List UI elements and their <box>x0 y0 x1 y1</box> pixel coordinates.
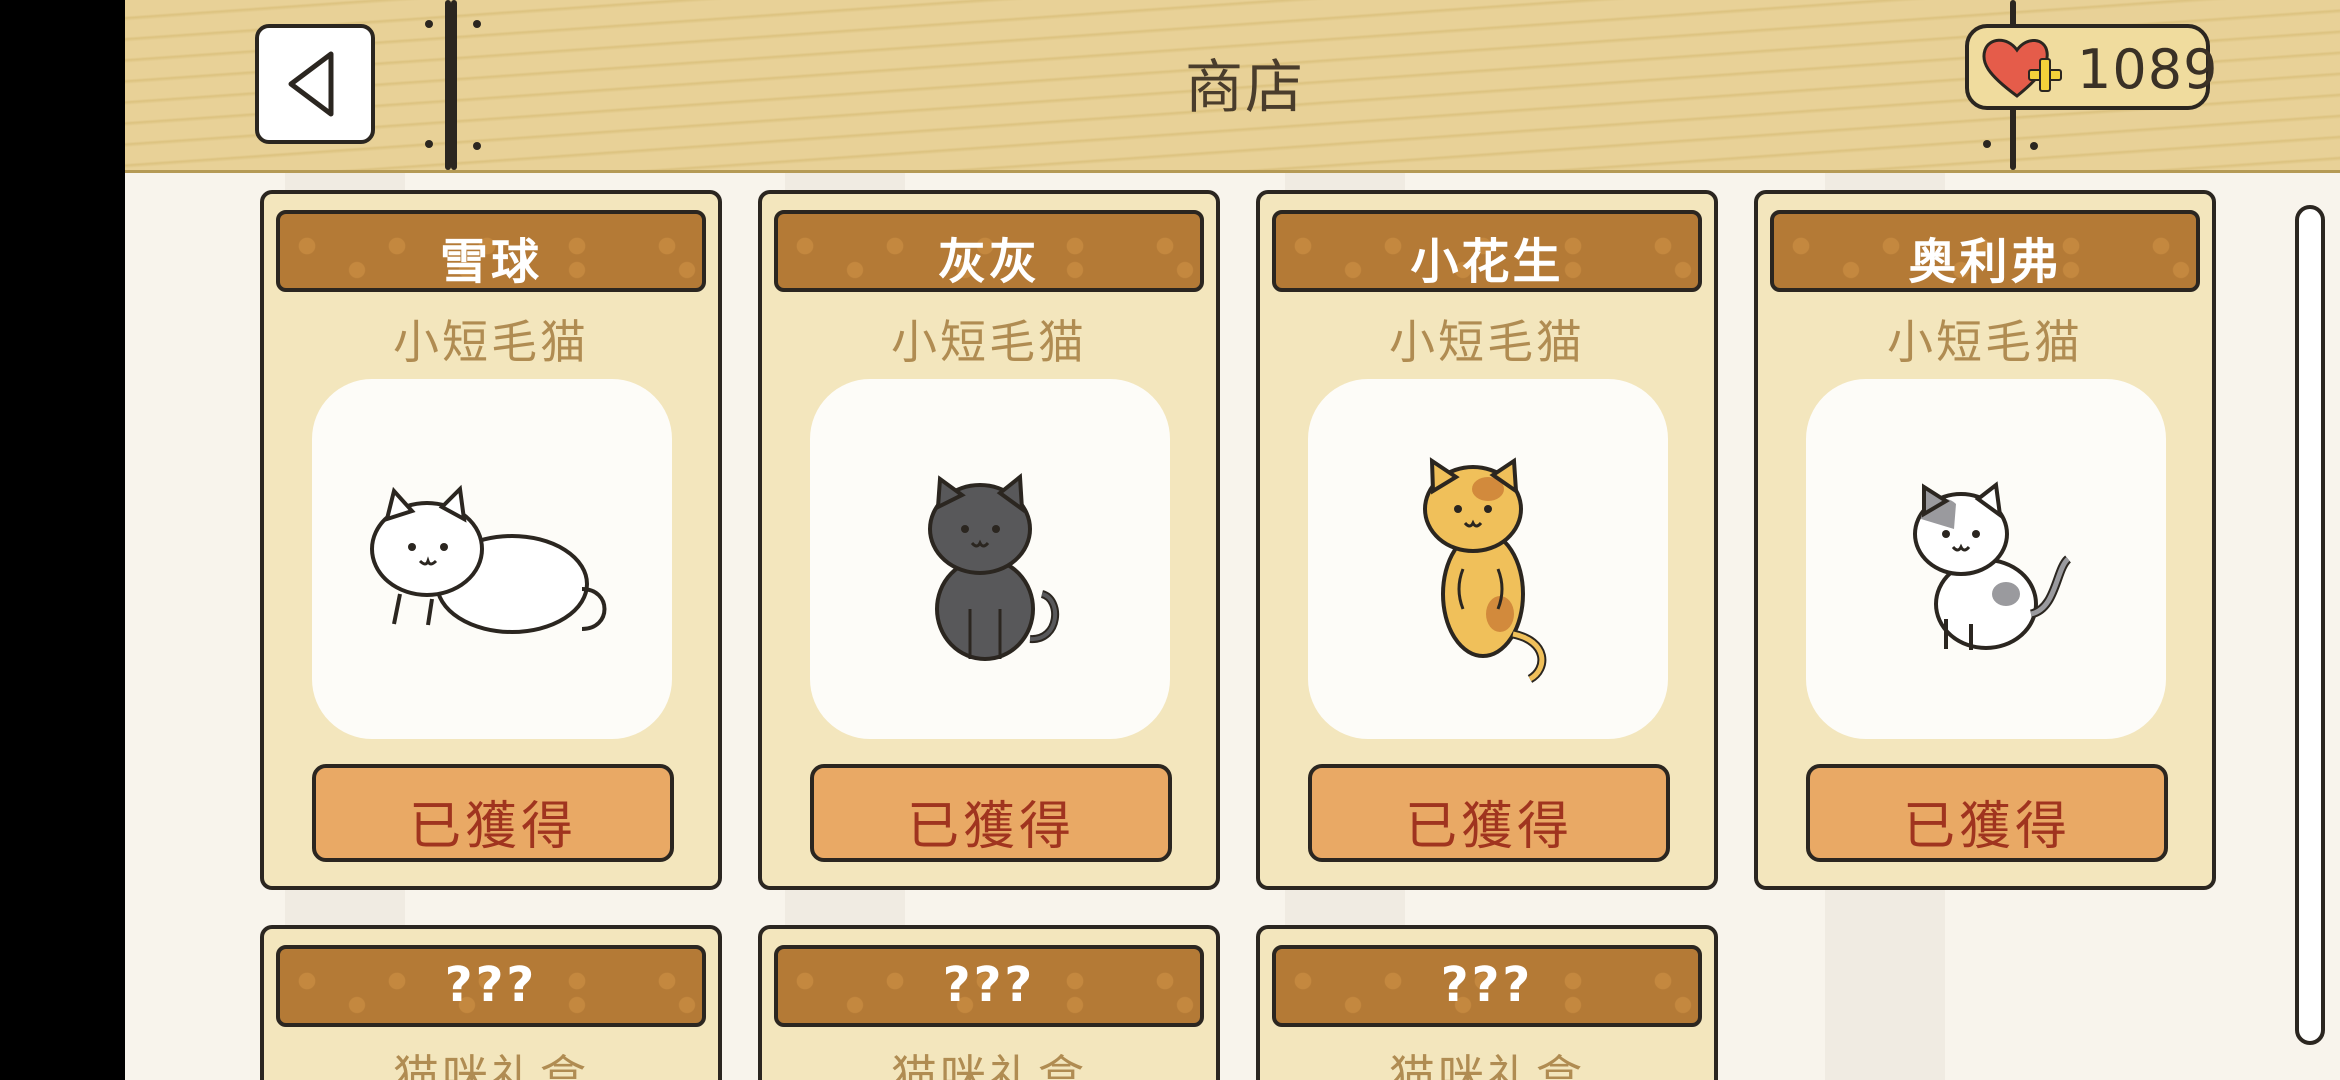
mystery-name-bar: ??? <box>774 945 1204 1027</box>
owned-button[interactable]: 已獲得 <box>810 764 1172 862</box>
nail-dot <box>473 142 481 150</box>
cat-name: 雪球 <box>439 234 542 290</box>
owned-label: 已獲得 <box>906 797 1075 857</box>
cat-breed: 小短毛猫 <box>1389 315 1585 369</box>
white-cat-icon <box>370 484 607 634</box>
mystery-breed: 猫咪礼盒 <box>393 1050 589 1080</box>
mystery-name: ??? <box>1440 957 1534 1013</box>
back-button[interactable] <box>255 24 375 144</box>
mystery-name: ??? <box>942 957 1036 1013</box>
cat-card: 小花生 小短毛猫 已獲得 <box>1256 190 1718 890</box>
cat-portrait <box>810 379 1170 739</box>
nail-dot <box>473 20 481 28</box>
mystery-name-bar: ??? <box>1272 945 1702 1027</box>
heart-plus-icon <box>1982 38 2062 98</box>
nail-dot <box>425 20 433 28</box>
cat-portrait <box>1806 379 2166 739</box>
mystery-breed: 猫咪礼盒 <box>1389 1050 1585 1080</box>
calico-cat-icon <box>1423 457 1547 683</box>
cat-card: 奥利弗 小短毛猫 已獲得 <box>1754 190 2216 890</box>
wood-seam <box>451 0 457 170</box>
cat-breed: 小短毛猫 <box>393 315 589 369</box>
cat-name-bar: 灰灰 <box>774 210 1204 292</box>
cat-name: 灰灰 <box>937 234 1040 290</box>
mystery-name: ??? <box>444 957 538 1013</box>
cat-name-bar: 雪球 <box>276 210 706 292</box>
cat-portrait <box>312 379 672 739</box>
gray-white-cat-icon <box>1913 481 2072 650</box>
page-title: 商店 <box>1184 53 1305 121</box>
cat-name: 奥利弗 <box>1908 234 2062 290</box>
owned-button[interactable]: 已獲得 <box>1308 764 1670 862</box>
cat-name-bar: 小花生 <box>1272 210 1702 292</box>
currency-amount: 1089 <box>2077 38 2219 101</box>
cat-card: 雪球 小短毛猫 已獲得 <box>260 190 722 890</box>
cat-name: 小花生 <box>1410 234 1564 290</box>
nail-dot <box>2030 142 2038 150</box>
cat-breed: 小短毛猫 <box>891 315 1087 369</box>
currency-display[interactable]: 1089 <box>1965 24 2217 110</box>
owned-label: 已獲得 <box>408 797 577 857</box>
owned-label: 已獲得 <box>1404 797 1573 857</box>
owned-label: 已獲得 <box>1902 797 2071 857</box>
mystery-name-bar: ??? <box>276 945 706 1027</box>
header-bar: 商店 1089 <box>125 0 2340 173</box>
shop-screen: 商店 1089 雪球 小短毛猫 已獲得 灰灰 小短毛猫 已獲得 小花生 小短毛猫… <box>125 0 2340 1080</box>
mystery-breed: 猫咪礼盒 <box>891 1050 1087 1080</box>
cat-card: 灰灰 小短毛猫 已獲得 <box>758 190 1220 890</box>
nail-dot <box>425 140 433 148</box>
cat-name-bar: 奥利弗 <box>1770 210 2200 292</box>
cat-breed: 小短毛猫 <box>1887 315 2083 369</box>
owned-button[interactable]: 已獲得 <box>1806 764 2168 862</box>
gray-cat-icon <box>928 473 1060 661</box>
mystery-card: ??? 猫咪礼盒 <box>758 925 1220 1080</box>
back-arrow-icon <box>288 51 334 117</box>
mystery-card: ??? 猫咪礼盒 <box>1256 925 1718 1080</box>
nail-dot <box>1983 140 1991 148</box>
cat-portrait <box>1308 379 1668 739</box>
owned-button[interactable]: 已獲得 <box>312 764 674 862</box>
mystery-card: ??? 猫咪礼盒 <box>260 925 722 1080</box>
scrollbar[interactable] <box>2295 205 2325 1045</box>
